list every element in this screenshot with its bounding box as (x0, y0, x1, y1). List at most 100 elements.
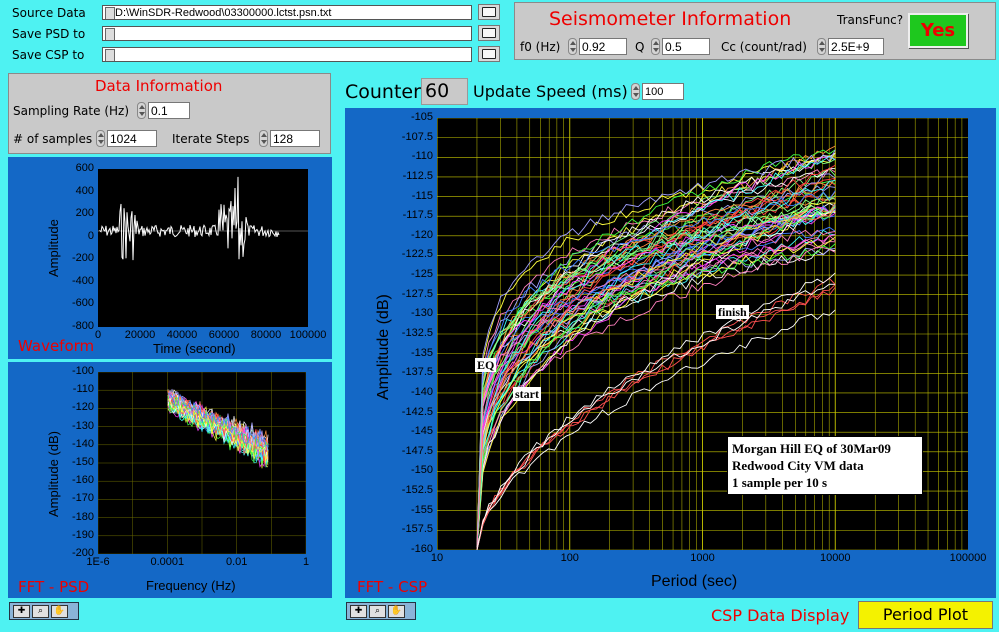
iterate-label: Iterate Steps (172, 132, 250, 146)
save-csp-label: Save CSP to (12, 48, 85, 62)
sampling-rate-label: Sampling Rate (Hz) (13, 104, 129, 118)
seismometer-panel: Seismometer Information TransFunc? Yes f… (514, 2, 996, 60)
q-field[interactable]: 0.5 (662, 38, 710, 55)
data-info-panel: Data Information Sampling Rate (Hz) 0.1 … (8, 73, 331, 154)
waveform-x-axis-label: Time (second) (153, 341, 236, 356)
path-prefix-icon (105, 49, 115, 61)
waveform-y-tick-label: 0 (87, 229, 94, 242)
psd-y-tick-label: -180 (71, 510, 94, 523)
csp-y-tick-label: -105 (410, 111, 433, 123)
seismometer-title: Seismometer Information (549, 8, 792, 30)
waveform-y-tick-label: 600 (75, 162, 94, 174)
update-speed-spinner[interactable] (631, 83, 640, 100)
pan-hand-icon[interactable]: ✋ (51, 604, 68, 618)
csp-y-tick-label: -127.5 (401, 287, 433, 300)
csp-series-line (476, 277, 836, 551)
waveform-x-tick-label: 80000 (250, 329, 282, 341)
csp-y-axis-label: Amplitude (dB) (375, 294, 392, 400)
csp-series-line (476, 286, 836, 549)
psd-panel-label: FFT - PSD (18, 578, 90, 596)
csp-x-tick-label: 100000 (949, 552, 987, 564)
waveform-y-tick-label: -200 (71, 252, 94, 265)
csp-y-tick-label: -130 (410, 307, 433, 320)
csp-panel-label: FFT - CSP (357, 578, 428, 596)
csp-y-tick-label: -160 (410, 543, 433, 555)
transfunc-label: TransFunc? (837, 13, 904, 27)
path-prefix-icon (105, 7, 115, 19)
samples-spinner[interactable] (96, 130, 105, 147)
waveform-y-tick-label: 200 (75, 207, 94, 220)
csp-y-tick-label: -110 (411, 150, 433, 163)
csp-data-display-label: CSP Data Display (711, 606, 850, 625)
csp-y-tick-label: -125 (410, 268, 433, 281)
waveform-panel-label: Waveform (18, 337, 95, 355)
sampling-rate-field[interactable]: 0.1 (148, 102, 190, 119)
source-data-field[interactable]: D:\WinSDR-Redwood\03300000.lctst.psn.txt (102, 5, 472, 20)
waveform-graph-panel: 600 400 200 0 -200 -400 -600 -800 0 20000 40000 60… (8, 157, 332, 359)
cc-field[interactable]: 2.5E+9 (828, 38, 884, 55)
csp-y-tick-label: -147.5 (401, 444, 433, 457)
waveform-plot-area (98, 169, 308, 327)
waveform-x-tick-label: 60000 (208, 329, 240, 341)
f0-spinner[interactable] (568, 38, 577, 55)
psd-x-tick-label: 1 (302, 556, 310, 568)
folder-icon (482, 49, 496, 59)
psd-y-tick-label: -170 (71, 492, 94, 505)
waveform-x-tick-label: 40000 (166, 329, 198, 341)
zoom-icon[interactable]: ⌕ (32, 604, 49, 618)
csp-y-tick-label: -155 (410, 503, 433, 516)
waveform-y-tick-label: -400 (71, 274, 94, 287)
csp-y-tick-label: -112.5 (402, 169, 433, 182)
psd-x-axis-label: Frequency (Hz) (146, 578, 236, 593)
transfunc-toggle[interactable]: Yes (908, 13, 968, 48)
csp-x-tick-label: 100 (560, 552, 579, 564)
waveform-y-tick-label: -800 (71, 320, 94, 332)
period-plot-selector[interactable]: Period Plot (858, 601, 993, 629)
folder-icon (482, 7, 496, 17)
source-data-label: Source Data (12, 6, 86, 20)
csp-series-line (476, 309, 836, 551)
data-info-title: Data Information (95, 77, 223, 95)
psd-x-tick-label: 0.0001 (150, 556, 185, 568)
psd-svg (97, 371, 307, 555)
iterate-field[interactable]: 128 (270, 130, 320, 147)
csp-y-tick-label: -157.5 (401, 523, 433, 536)
psd-y-tick-label: -120 (71, 401, 94, 414)
f0-field[interactable]: 0.92 (579, 38, 627, 55)
csp-series-line (476, 211, 836, 551)
cc-label: Cc (count/rad) (721, 40, 807, 54)
browse-csp-button[interactable] (478, 46, 500, 62)
save-csp-field[interactable] (102, 47, 472, 62)
iterate-spinner[interactable] (259, 130, 268, 147)
zoom-icon[interactable]: ⌕ (369, 604, 386, 618)
psd-graph-toolbar: ✚ ⌕ ✋ (9, 602, 79, 620)
waveform-y-tick-label: -600 (71, 297, 94, 310)
save-psd-field[interactable] (102, 26, 472, 41)
psd-y-tick-label: -160 (71, 474, 94, 487)
source-data-path: D:\WinSDR-Redwood\03300000.lctst.psn.txt (115, 7, 332, 19)
crosshair-icon[interactable]: ✚ (13, 604, 30, 618)
csp-y-tick-label: -122.5 (401, 248, 433, 261)
csp-x-tick-label: 10000 (819, 552, 851, 564)
psd-graph-panel: -100 -110 -120 -130 -140 -150 -160 -170 -180 -190… (8, 362, 332, 598)
update-speed-label: Update Speed (ms) (473, 82, 628, 101)
csp-y-tick-label: -107.5 (401, 130, 433, 143)
psd-y-tick-label: -110 (72, 383, 94, 396)
pan-hand-icon[interactable]: ✋ (388, 604, 405, 618)
samples-field[interactable]: 1024 (107, 130, 157, 147)
update-speed-field[interactable]: 100 (642, 83, 684, 100)
csp-series-line (476, 202, 836, 550)
q-spinner[interactable] (651, 38, 660, 55)
waveform-y-tick-label: 400 (75, 184, 94, 197)
psd-y-tick-label: -150 (71, 456, 94, 468)
csp-y-tick-label: -120 (410, 228, 433, 241)
csp-y-tick-label: -115 (411, 189, 433, 202)
csp-y-tick-label: -142.5 (401, 405, 433, 418)
sampling-rate-spinner[interactable] (137, 102, 146, 119)
browse-source-button[interactable] (478, 4, 500, 20)
counter-display: 60 (421, 78, 468, 105)
browse-psd-button[interactable] (478, 25, 500, 41)
crosshair-icon[interactable]: ✚ (350, 604, 367, 618)
psd-y-axis-label: Amplitude (dB) (46, 431, 61, 517)
cc-spinner[interactable] (817, 38, 826, 55)
